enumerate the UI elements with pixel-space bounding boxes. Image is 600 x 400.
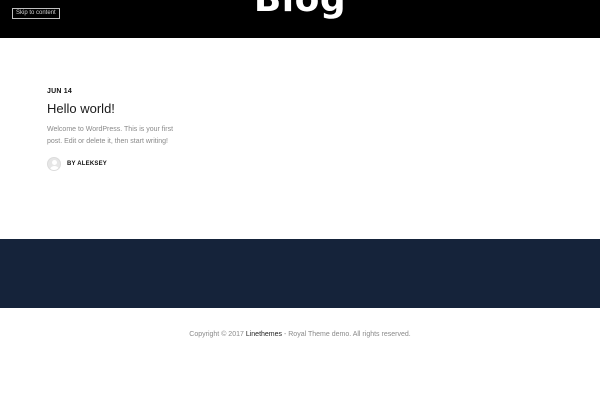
page: Skip to content Blog JUN 14 Hello world!…	[0, 0, 600, 400]
copyright: Copyright © 2017 Linethemes - Royal Them…	[0, 331, 600, 338]
post-title-link[interactable]: Hello world!	[47, 101, 187, 117]
post-date: JUN 14	[47, 88, 72, 95]
page-header: Skip to content Blog	[0, 0, 600, 38]
avatar-icon	[47, 157, 61, 171]
post-author: BY ALEKSEY	[47, 157, 187, 171]
page-title: Blog	[0, 0, 600, 18]
post-excerpt: Welcome to WordPress. This is your first…	[47, 126, 174, 145]
footer-widgets-area	[0, 239, 600, 308]
brand-link[interactable]: Linethemes	[246, 331, 282, 338]
post-card: JUN 14 Hello world! Welcome to WordPress…	[47, 88, 187, 171]
copyright-suffix: - Royal Theme demo. All rights reserved.	[282, 331, 411, 338]
author-link[interactable]: BY ALEKSEY	[67, 161, 107, 167]
copyright-prefix: Copyright © 2017	[189, 331, 246, 338]
